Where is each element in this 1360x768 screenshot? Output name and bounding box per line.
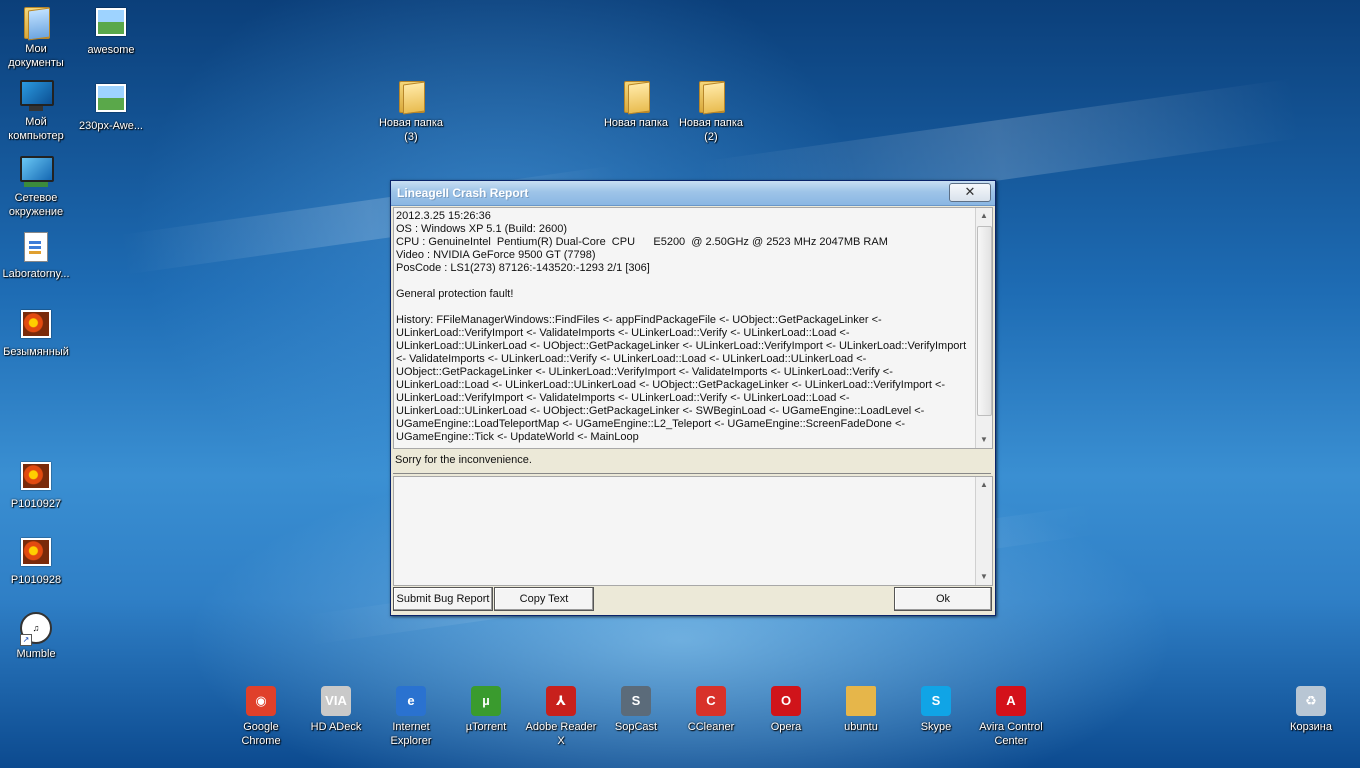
desktop-icon-label: µTorrent	[465, 721, 507, 733]
scroll-up-icon[interactable]: ▲	[976, 208, 992, 224]
app-icon: S	[921, 686, 951, 716]
app-icon: O	[771, 686, 801, 716]
app-icon: ⅄	[546, 686, 576, 716]
desktop-folder[interactable]: Новая папка	[598, 80, 674, 130]
folder-icon	[624, 81, 650, 115]
desktop-icon-корзина[interactable]: ♻ Корзина	[1273, 686, 1349, 734]
desktop-icon-label: HD ADeck	[310, 721, 362, 733]
crash-report-dialog: LineageII Crash Report ✕ 2012.3.25 15:26…	[390, 180, 996, 616]
desktop-icon-label: Сетевое окружение	[8, 192, 64, 218]
desktop-icon-label: Avira Control Center	[979, 721, 1043, 747]
dialog-titlebar[interactable]: LineageII Crash Report ✕	[391, 181, 995, 206]
app-icon: µ	[471, 686, 501, 716]
desktop-icon-p1010927[interactable]: P1010927	[0, 460, 74, 511]
desktop-icon-label: awesome	[87, 44, 135, 56]
apology-text: Sorry for the inconvenience.	[395, 454, 532, 466]
desktop-icon-awesome[interactable]: awesome	[73, 6, 149, 57]
dialog-title: LineageII Crash Report	[397, 186, 529, 200]
app-icon: e	[396, 686, 426, 716]
folder-icon	[399, 81, 425, 115]
scroll-up-icon[interactable]: ▲	[976, 477, 992, 493]
divider	[393, 473, 991, 474]
desktop-icon-label: 230px-Awe...	[78, 120, 143, 132]
desktop-icon-label: Google Chrome	[241, 721, 281, 747]
app-icon	[846, 686, 876, 716]
shortcut-arrow-icon: ↗	[20, 634, 32, 646]
scroll-down-icon[interactable]: ▼	[976, 432, 992, 448]
desktop-icon-label: Laboratorny...	[2, 268, 70, 280]
app-icon: ♻	[1296, 686, 1326, 716]
desktop-icon-label: Новая папка (2)	[678, 117, 744, 143]
desktop-icon-bezymyanny[interactable]: Безымянный	[0, 308, 74, 359]
app-icon: ◉	[246, 686, 276, 716]
app-icon: C	[696, 686, 726, 716]
scroll-down-icon[interactable]: ▼	[976, 569, 992, 585]
documents-folder-icon	[24, 7, 50, 41]
image-file-icon	[96, 84, 126, 112]
app-icon: A	[996, 686, 1026, 716]
log-scrollbar[interactable]: ▲ ▼	[975, 208, 992, 448]
desktop-icon-label: Безымянный	[3, 346, 69, 358]
comment-textarea[interactable]: ▲ ▼	[393, 476, 993, 586]
desktop-icon-label: Новая папка	[603, 117, 669, 129]
app-icon: S	[621, 686, 651, 716]
desktop-icon-skype[interactable]: S Skype	[898, 686, 974, 734]
image-file-icon	[96, 8, 126, 36]
close-button[interactable]: ✕	[949, 183, 991, 202]
image-file-icon	[21, 538, 51, 566]
crash-log-text: 2012.3.25 15:26:36 OS : Windows XP 5.1 (…	[396, 210, 967, 443]
crash-log-textarea[interactable]: 2012.3.25 15:26:36 OS : Windows XP 5.1 (…	[393, 207, 993, 449]
desktop-icon-mumble[interactable]: ♫ ↗ Mumble	[0, 612, 74, 661]
network-icon	[20, 156, 54, 188]
desktop-icon-adobe-reader-x[interactable]: ⅄ Adobe Reader X	[523, 686, 599, 748]
scroll-thumb[interactable]	[977, 226, 992, 416]
desktop-icon-label: Корзина	[1290, 721, 1332, 733]
desktop-icon-network[interactable]: Сетевое окружение	[0, 156, 74, 219]
desktop-icon-label: Skype	[920, 721, 952, 733]
desktop-icon-hd-adeck[interactable]: VIA HD ADeck	[298, 686, 374, 734]
folder-icon	[699, 81, 725, 115]
desktop-icon-opera[interactable]: O Opera	[748, 686, 824, 734]
desktop-icon-my-documents[interactable]: Мои документы	[0, 6, 74, 70]
desktop-icon-avira-control-center[interactable]: A Avira Control Center	[973, 686, 1049, 748]
computer-icon	[20, 80, 54, 112]
submit-bug-report-button[interactable]: Submit Bug Report	[393, 587, 493, 611]
comment-scrollbar[interactable]: ▲ ▼	[975, 477, 992, 585]
desktop-icon-label: Opera	[770, 721, 802, 733]
copy-text-button[interactable]: Copy Text	[494, 587, 594, 611]
desktop-folder-2[interactable]: Новая папка (2)	[673, 80, 749, 144]
desktop-icon-label: Новая папка (3)	[378, 117, 444, 143]
desktop-icon--torrent[interactable]: µ µTorrent	[448, 686, 524, 734]
document-icon	[24, 232, 48, 262]
desktop-icon-p1010928[interactable]: P1010928	[0, 536, 74, 587]
desktop-icon-label: P1010927	[10, 498, 62, 510]
desktop-icon-label: Мои документы	[8, 43, 64, 69]
app-icon: VIA	[321, 686, 351, 716]
desktop-icon-label: Adobe Reader X	[525, 721, 597, 747]
desktop-icon-label: Internet Explorer	[390, 721, 432, 747]
desktop-icon-230px[interactable]: 230px-Awe...	[73, 82, 149, 133]
desktop-icon-label: P1010928	[10, 574, 62, 586]
desktop-icon-label: Mumble	[16, 648, 56, 660]
desktop-icon-ubuntu[interactable]: ubuntu	[823, 686, 899, 734]
desktop-icon-label: SopCast	[614, 721, 658, 733]
desktop-folder-3[interactable]: Новая папка (3)	[373, 80, 449, 144]
desktop-icon-label: CCleaner	[687, 721, 735, 733]
desktop-icon-label: ubuntu	[844, 721, 878, 733]
desktop-icon-sopcast[interactable]: S SopCast	[598, 686, 674, 734]
desktop-icon-label: Мой компьютер	[8, 116, 64, 142]
image-file-icon	[21, 462, 51, 490]
close-icon: ✕	[964, 184, 976, 199]
desktop-icon-ccleaner[interactable]: C CCleaner	[673, 686, 749, 734]
ok-button[interactable]: Ok	[894, 587, 992, 611]
desktop-icon-my-computer[interactable]: Мой компьютер	[0, 80, 74, 143]
desktop-icon-laboratorny[interactable]: Laboratorny...	[0, 232, 74, 281]
image-file-icon	[21, 310, 51, 338]
desktop-icon-google-chrome[interactable]: ◉ Google Chrome	[223, 686, 299, 748]
desktop-icon-internet-explorer[interactable]: e Internet Explorer	[373, 686, 449, 748]
